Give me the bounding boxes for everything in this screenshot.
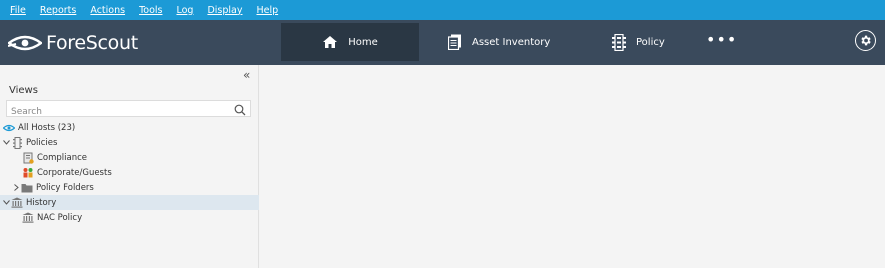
tree-item-nac-policy[interactable]: NAC Policy: [0, 210, 259, 225]
chevron-down-icon[interactable]: [1, 200, 11, 205]
forescout-logo: ForeScout: [8, 32, 138, 54]
compliance-icon: [22, 152, 34, 164]
menu-file[interactable]: File: [10, 5, 26, 16]
menu-tools[interactable]: Tools: [139, 5, 162, 16]
views-panel: « Views All Hosts (23): [0, 65, 259, 268]
tree-item-label: All Hosts (23): [18, 122, 76, 133]
tree-item-policy-folders[interactable]: Policy Folders: [0, 180, 259, 195]
home-icon: [322, 35, 338, 49]
menu-help[interactable]: Help: [256, 5, 278, 16]
search-icon[interactable]: [234, 103, 246, 121]
gear-icon: [861, 35, 871, 46]
collapse-panel-button[interactable]: «: [243, 68, 250, 82]
policies-icon: [11, 136, 23, 149]
tree-item-policies[interactable]: Policies: [0, 135, 259, 150]
tree-item-label: Corporate/Guests: [37, 167, 112, 178]
all-hosts-icon: [3, 122, 15, 134]
tree-item-label: History: [26, 197, 57, 208]
settings-button[interactable]: [855, 30, 876, 51]
main-content-area: [260, 65, 885, 268]
nac-policy-icon: [22, 212, 34, 224]
menu-display[interactable]: Display: [207, 5, 242, 16]
menu-actions[interactable]: Actions: [90, 5, 125, 16]
app-header: ForeScout Home Asset Inventory Policy ••…: [0, 20, 885, 65]
menu-reports[interactable]: Reports: [40, 5, 76, 16]
tab-policy[interactable]: Policy: [612, 23, 692, 61]
tab-home[interactable]: Home: [281, 23, 419, 61]
search-input[interactable]: [7, 104, 227, 120]
menu-log[interactable]: Log: [176, 5, 193, 16]
tree-item-all-hosts[interactable]: All Hosts (23): [0, 120, 259, 135]
policy-icon: [612, 33, 626, 51]
tab-policy-label: Policy: [636, 36, 665, 48]
history-icon: [11, 197, 23, 209]
tab-asset-inventory[interactable]: Asset Inventory: [448, 23, 588, 61]
tree-item-compliance[interactable]: Compliance: [0, 150, 259, 165]
folder-icon: [21, 182, 33, 194]
logo-text: ForeScout: [46, 32, 138, 54]
tree-item-label: Policies: [26, 137, 58, 148]
tree-item-corporate-guests[interactable]: Corporate/Guests: [0, 165, 259, 180]
tree-item-label: Compliance: [37, 152, 88, 163]
tab-home-label: Home: [348, 36, 378, 48]
asset-inventory-icon: [448, 34, 462, 50]
tab-asset-inventory-label: Asset Inventory: [472, 36, 551, 48]
corporate-guests-icon: [22, 167, 34, 179]
forescout-logo-icon: [8, 35, 42, 51]
tree-item-label: NAC Policy: [37, 212, 83, 223]
tree-item-history[interactable]: History: [0, 195, 259, 210]
more-menu-button[interactable]: •••: [706, 30, 737, 49]
chevron-right-icon[interactable]: [11, 184, 21, 191]
tree-item-label: Policy Folders: [36, 182, 94, 193]
menu-bar: File Reports Actions Tools Log Display H…: [0, 0, 885, 20]
views-search: [6, 100, 251, 120]
chevron-down-icon[interactable]: [1, 140, 11, 145]
views-title: Views: [9, 85, 38, 96]
